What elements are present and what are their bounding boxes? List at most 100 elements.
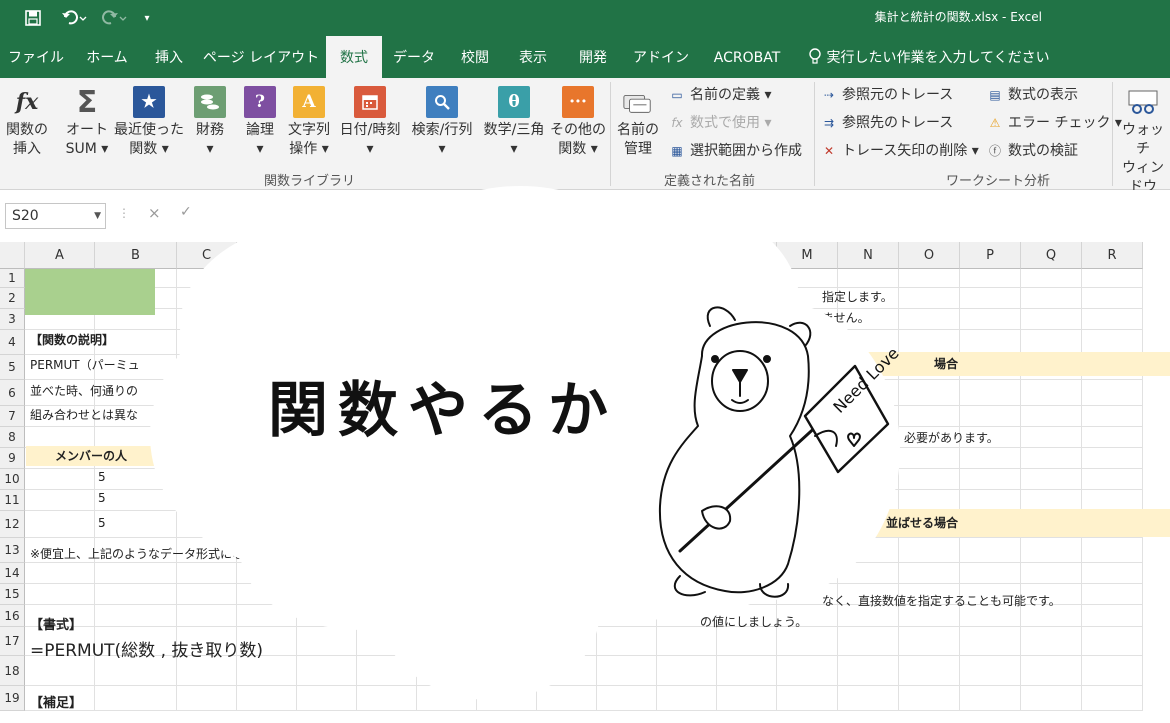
grid-cell[interactable] [1021, 309, 1082, 330]
grid-cell[interactable] [657, 627, 717, 656]
column-header[interactable]: Q [1021, 242, 1082, 269]
row-header[interactable]: 10 [0, 469, 25, 490]
math-trig-button[interactable]: θ 数学/三角 ▾ [478, 86, 550, 159]
cell-right-16[interactable]: の値にしましょう。 [700, 613, 807, 630]
tab-insert[interactable]: 挿入 [142, 36, 196, 78]
row-header[interactable]: 11 [0, 490, 25, 511]
grid-cell[interactable] [95, 584, 177, 605]
cancel-icon[interactable]: × [148, 204, 161, 222]
grid-cell[interactable] [597, 656, 657, 686]
grid-cell[interactable] [237, 686, 297, 711]
grid-cell[interactable] [657, 656, 717, 686]
grid-cell[interactable] [1082, 269, 1143, 288]
grid-cell[interactable] [838, 656, 899, 686]
grid-cell[interactable] [25, 469, 95, 490]
grid-cell[interactable] [1021, 490, 1082, 511]
grid-cell[interactable] [899, 627, 960, 656]
row-header[interactable]: 18 [0, 656, 25, 686]
grid-cell[interactable] [960, 686, 1021, 711]
cell-a19[interactable]: 【補足】 [30, 692, 82, 711]
grid-cell[interactable] [1021, 686, 1082, 711]
grid-cell[interactable] [838, 269, 899, 288]
row-header[interactable]: 19 [0, 686, 25, 711]
grid-cell[interactable] [1021, 380, 1082, 406]
watch-window-button[interactable]: ウォッチ ウィンドウ [1116, 86, 1170, 197]
use-in-formula-button[interactable]: fx 数式で使用 ▾ [668, 112, 771, 134]
grid-cell[interactable] [899, 686, 960, 711]
grid-cell[interactable] [1082, 686, 1143, 711]
tab-developer[interactable]: 開発 [562, 36, 624, 78]
define-name-button[interactable]: ▭ 名前の定義 ▾ [668, 84, 771, 106]
cell-a10[interactable]: 5 [98, 470, 106, 484]
grid-cell[interactable] [960, 627, 1021, 656]
grid-cell[interactable] [1021, 469, 1082, 490]
row-header[interactable]: 5 [0, 355, 25, 380]
tab-formulas[interactable]: 数式 [326, 36, 382, 78]
select-all-corner[interactable] [0, 242, 25, 269]
row-header[interactable]: 8 [0, 427, 25, 448]
row-header[interactable]: 17 [0, 627, 25, 656]
tell-me-box[interactable]: 実行したい作業を入力してください [808, 36, 1050, 78]
grid-cell[interactable] [1082, 563, 1143, 584]
grid-cell[interactable] [1082, 288, 1143, 309]
row-header[interactable]: 3 [0, 309, 25, 330]
cell-a7[interactable]: 組み合わせとは異な [30, 406, 138, 423]
grid-cell[interactable] [1082, 627, 1143, 656]
grid-cell[interactable] [1082, 584, 1143, 605]
grid-cell[interactable] [297, 656, 357, 686]
grid-cell[interactable] [960, 448, 1021, 469]
row-header[interactable]: 12 [0, 511, 25, 538]
grid-cell[interactable] [1021, 563, 1082, 584]
grid-cell[interactable] [1082, 427, 1143, 448]
name-manager-button[interactable]: 名前の 管理 [614, 86, 662, 159]
column-header[interactable]: O [899, 242, 960, 269]
grid-cell[interactable] [1021, 269, 1082, 288]
grid-cell[interactable] [777, 627, 838, 656]
grid-cell[interactable] [657, 686, 717, 711]
grid-cell[interactable] [25, 584, 95, 605]
grid-cell[interactable] [1082, 406, 1143, 427]
financial-button[interactable]: 財務 ▾ [188, 86, 232, 159]
row-header[interactable]: 15 [0, 584, 25, 605]
cell-a6[interactable]: 並べた時、何通りの [30, 382, 138, 399]
enter-icon[interactable]: ✓ [180, 204, 192, 220]
column-header[interactable]: A [25, 242, 95, 269]
chevron-down-icon[interactable]: ▼ [94, 204, 101, 228]
row-header[interactable]: 13 [0, 538, 25, 563]
undo-icon[interactable] [56, 8, 92, 28]
grid-cell[interactable] [1021, 656, 1082, 686]
lookup-reference-button[interactable]: 検索/行列 ▾ [406, 86, 478, 159]
grid-cell[interactable] [1021, 288, 1082, 309]
grid-cell[interactable] [1021, 627, 1082, 656]
name-box[interactable]: S20 ▼ [5, 203, 106, 229]
cell-a16[interactable]: 【書式】 [30, 614, 82, 633]
row-header[interactable]: 9 [0, 448, 25, 469]
grid-cell[interactable] [95, 686, 177, 711]
row-header[interactable]: 14 [0, 563, 25, 584]
grid-cell[interactable] [1082, 656, 1143, 686]
grid-cell[interactable] [1082, 309, 1143, 330]
trace-dependents-button[interactable]: ⇉ 参照先のトレース [820, 112, 953, 134]
tab-page-layout[interactable]: ページ レイアウト [196, 36, 326, 78]
date-time-button[interactable]: 日付/時刻 ▾ [334, 86, 406, 159]
grid-cell[interactable] [899, 656, 960, 686]
tab-acrobat[interactable]: ACROBAT [698, 36, 796, 78]
grid-cell[interactable] [960, 490, 1021, 511]
grid-cell[interactable] [777, 656, 838, 686]
error-checking-button[interactable]: ⚠ エラー チェック ▾ [986, 112, 1122, 134]
cell-a11[interactable]: 5 [98, 491, 106, 505]
grid-cell[interactable] [960, 309, 1021, 330]
grid-cell[interactable] [1082, 490, 1143, 511]
grid-cell[interactable] [177, 686, 237, 711]
grid-cell[interactable] [25, 427, 95, 448]
cell-a17[interactable]: =PERMUT(総数 , 抜き取り数) [30, 636, 263, 661]
grid-cell[interactable] [960, 469, 1021, 490]
grid-cell[interactable] [717, 656, 777, 686]
text-functions-button[interactable]: A 文字列 操作 ▾ [284, 86, 334, 159]
tab-home[interactable]: ホーム [72, 36, 142, 78]
grid-cell[interactable] [777, 686, 838, 711]
tab-addins[interactable]: アドイン [624, 36, 698, 78]
row-header[interactable]: 4 [0, 330, 25, 355]
grid-cell[interactable] [838, 627, 899, 656]
column-header[interactable]: B [95, 242, 177, 269]
